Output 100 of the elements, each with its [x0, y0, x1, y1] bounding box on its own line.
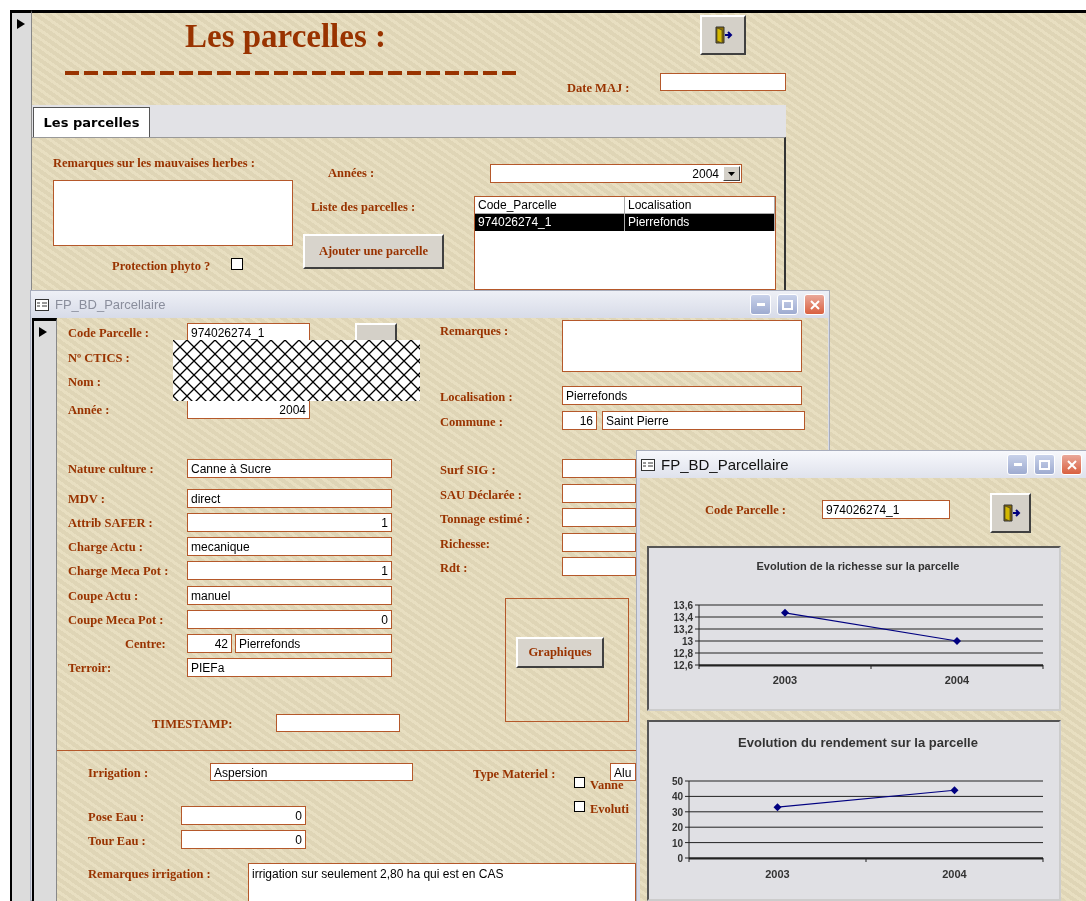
field-label: Tonnage estimé :	[440, 511, 530, 528]
chart-title: Evolution du rendement sur la parcelle	[738, 735, 978, 750]
text-field[interactable]: manuel	[187, 586, 392, 605]
record-pointer-icon	[39, 327, 47, 337]
axis-tick-label: 50	[671, 776, 683, 787]
data-point	[950, 786, 959, 795]
text-field[interactable]: 1	[187, 561, 392, 580]
chart-title: Evolution de la richesse sur la parcelle	[756, 560, 960, 572]
record-pointer-icon	[17, 19, 25, 29]
field-label: Charge Meca Pot :	[68, 563, 169, 580]
charts-button[interactable]: Graphiques	[516, 637, 604, 668]
field-label: Richesse:	[440, 536, 490, 553]
text-field[interactable]: PIEFa	[187, 658, 392, 677]
text-field[interactable]: 1	[187, 513, 392, 532]
exit-button[interactable]	[990, 493, 1031, 533]
field-label: SAU Déclarée :	[440, 487, 522, 504]
parcel-list[interactable]: Code_Parcelle Localisation 974026274_1 Pierrefonds	[474, 196, 776, 290]
minimize-icon	[1013, 463, 1022, 466]
door-exit-icon	[1000, 503, 1021, 523]
number-field[interactable]: 0	[181, 830, 306, 849]
window-title: FP_BD_Parcellaire	[55, 297, 166, 312]
phyto-checkbox[interactable]	[231, 258, 243, 270]
axis-tick-label: 0	[677, 853, 683, 864]
timestamp-field[interactable]	[276, 714, 400, 732]
text-field[interactable]: Pierrefonds	[235, 634, 392, 653]
text-field[interactable]: Aspersion	[210, 763, 413, 781]
add-parcel-button[interactable]: Ajouter une parcelle	[303, 234, 444, 269]
axis-tick-label: 2004	[944, 674, 970, 686]
record-selector[interactable]	[32, 318, 57, 901]
date-field[interactable]	[660, 73, 786, 91]
axis-tick-label: 13,6	[673, 600, 693, 611]
axis-tick-label: 13	[681, 636, 693, 647]
data-point	[781, 608, 789, 617]
text-field[interactable]	[562, 484, 636, 503]
minimize-icon	[756, 303, 765, 306]
field-label: Coupe Actu :	[68, 588, 139, 605]
field-label: Commune :	[440, 414, 503, 431]
text-field[interactable]: 0	[187, 610, 392, 629]
years-label: Années :	[328, 165, 376, 182]
field-label: Tour Eau :	[88, 833, 146, 850]
text-field[interactable]	[562, 533, 636, 552]
field-label: Centre:	[125, 636, 166, 653]
axis-tick-label: 12,8	[673, 648, 693, 659]
text-field[interactable]: 974026274_1	[822, 500, 950, 519]
field-label: Type Materiel :	[473, 766, 556, 783]
text-field[interactable]: Saint Pierre	[602, 411, 805, 430]
field-label: MDV :	[68, 491, 105, 508]
timestamp-label: TIMESTAMP:	[152, 716, 233, 733]
date-label: Date MAJ :	[567, 80, 631, 97]
text-field[interactable]	[562, 557, 636, 576]
text-field[interactable]	[562, 459, 636, 478]
list-row[interactable]: 974026274_1 Pierrefonds	[475, 214, 775, 231]
field-label: Nature culture :	[68, 461, 154, 478]
field-label: Terroir:	[68, 660, 112, 677]
field-label: Coupe Meca Pot :	[68, 612, 164, 629]
remarks-field[interactable]	[562, 320, 802, 372]
field-label: Attrib SAFER :	[68, 515, 153, 532]
field-label: Rdt :	[440, 560, 468, 577]
number-field[interactable]: 0	[181, 806, 306, 825]
checkbox[interactable]	[574, 777, 585, 788]
text-field[interactable]	[562, 508, 636, 527]
close-button[interactable]	[1061, 454, 1082, 475]
record-selector[interactable]	[10, 10, 32, 901]
window-title: FP_BD_Parcellaire	[661, 456, 789, 473]
form-title: Les parcelles :	[185, 18, 386, 55]
data-point	[773, 803, 782, 812]
axis-tick-label: 40	[671, 791, 683, 803]
text-field[interactable]: mecanique	[187, 537, 392, 556]
text-field[interactable]: Canne à Sucre	[187, 459, 392, 478]
field-label: Nom :	[68, 374, 101, 391]
axis-tick-label: 2004	[942, 868, 967, 880]
dropdown-arrow-icon	[728, 171, 735, 176]
exit-button[interactable]	[700, 15, 746, 55]
checkbox[interactable]	[574, 801, 585, 812]
text-field[interactable]: direct	[187, 489, 392, 508]
field-label: Remarques :	[440, 323, 509, 340]
door-exit-icon	[713, 25, 733, 45]
field-label: Année :	[68, 402, 110, 419]
remarks-field[interactable]: irrigation sur seulement 2,80 ha qui est en CAS	[248, 863, 636, 901]
years-dropdown[interactable]: 2004	[490, 164, 742, 183]
axis-tick-label: 2003	[765, 868, 790, 880]
number-field[interactable]: 16	[562, 411, 597, 430]
phyto-label: Protection phyto ?	[112, 258, 212, 275]
field-label: Charge Actu :	[68, 539, 143, 556]
number-field[interactable]: 42	[187, 634, 232, 653]
tab[interactable]: Les parcelles	[33, 107, 150, 137]
close-button[interactable]	[804, 294, 825, 315]
field-label: Code Parcelle :	[68, 325, 149, 342]
list-label: Liste des parcelles :	[311, 199, 417, 216]
weeds-remarks-field[interactable]	[53, 180, 293, 246]
close-icon	[809, 299, 820, 310]
text-field[interactable]: Pierrefonds	[562, 386, 802, 405]
text-field[interactable]: Alu	[610, 763, 636, 781]
axis-tick-label: 12,6	[673, 660, 693, 671]
list-cell: 974026274_1	[475, 214, 625, 231]
axis-tick-label: 30	[671, 806, 683, 818]
field-label: Nº CTICS :	[68, 350, 130, 367]
field-label: Irrigation :	[88, 765, 149, 782]
data-point	[953, 637, 961, 645]
field-label: Remarques irrigation :	[88, 866, 211, 883]
